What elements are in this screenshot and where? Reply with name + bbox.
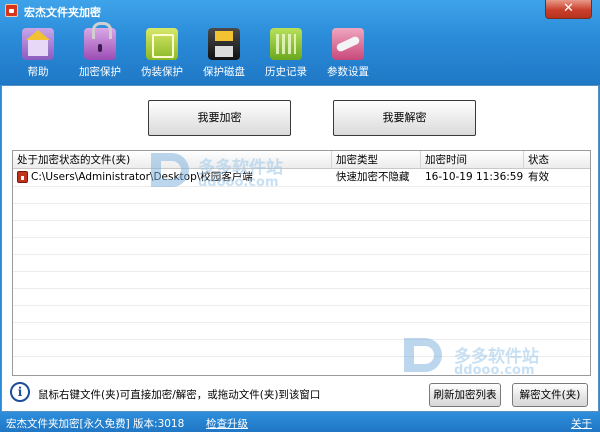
row-divider [13, 288, 590, 289]
table-header: 处于加密状态的文件(夹) 加密类型 加密时间 状态 [13, 151, 590, 169]
status-bar: 宏杰文件夹加密[永久免费] 版本:3018 检查升级 关于 [0, 412, 600, 432]
row-divider [13, 237, 590, 238]
watermark-url: ddooo.com [454, 363, 535, 378]
row-divider [13, 271, 590, 272]
main-panel: 我要加密 我要解密 处于加密状态的文件(夹) 加密类型 加密时间 状态 C:\U… [1, 85, 599, 412]
row-divider [13, 339, 590, 340]
encrypt-button[interactable]: 我要加密 [148, 100, 291, 136]
toolbar-settings-label: 参数设置 [327, 66, 369, 78]
wrench-icon [332, 28, 364, 60]
lock-icon [17, 171, 28, 183]
column-header-type[interactable]: 加密类型 [332, 151, 421, 169]
product-version: 宏杰文件夹加密[永久免费] 版本:3018 [6, 418, 185, 430]
column-header-time[interactable]: 加密时间 [421, 151, 524, 169]
toolbar-encrypt-protect-label: 加密保护 [79, 66, 121, 78]
app-window: 宏杰文件夹加密 ✕ 帮助 加密保护 伪装保护 保护磁盘 历史记录 参数设置 我要… [0, 0, 600, 432]
header-band: 宏杰文件夹加密 ✕ 帮助 加密保护 伪装保护 保护磁盘 历史记录 参数设置 [0, 0, 600, 85]
toolbar-help-button[interactable]: 帮助 [10, 26, 66, 80]
row-divider [13, 203, 590, 204]
toolbar-history-label: 历史记录 [265, 66, 307, 78]
row-status: 有效 [528, 171, 549, 183]
title-bar[interactable]: 宏杰文件夹加密 ✕ [0, 0, 600, 22]
history-icon [270, 28, 302, 60]
window-title: 宏杰文件夹加密 [24, 6, 101, 19]
row-divider [13, 254, 590, 255]
row-divider [13, 220, 590, 221]
check-update-link[interactable]: 检查升级 [206, 416, 248, 431]
refresh-list-button[interactable]: 刷新加密列表 [429, 383, 501, 407]
toolbar-disguise-protect-button[interactable]: 伪装保护 [134, 26, 190, 80]
row-divider [13, 186, 590, 187]
column-header-status[interactable]: 状态 [524, 151, 590, 169]
house-icon [22, 28, 54, 60]
row-divider [13, 322, 590, 323]
toolbar-history-button[interactable]: 历史记录 [258, 26, 314, 80]
hint-text: 鼠标右键文件(夹)可直接加密/解密，或拖动文件(夹)到该窗口 [38, 389, 321, 401]
toolbar-help-label: 帮助 [27, 66, 49, 78]
toolbar-protect-disk-button[interactable]: 保护磁盘 [196, 26, 252, 80]
close-button[interactable]: ✕ [545, 0, 592, 19]
info-icon: i [10, 382, 30, 402]
disk-icon [208, 28, 240, 60]
row-time: 16-10-19 11:36:59 [425, 171, 524, 183]
row-type: 快速加密不隐藏 [336, 171, 410, 183]
table-row[interactable]: C:\Users\Administrator\Desktop\校园客户端 快速加… [13, 169, 590, 186]
watermark-url: ddooo.com [198, 175, 279, 190]
about-link[interactable]: 关于 [571, 416, 592, 431]
watermark-logo [404, 338, 442, 372]
decrypt-button[interactable]: 我要解密 [333, 100, 476, 136]
lock-icon [84, 22, 116, 60]
row-divider [13, 305, 590, 306]
decrypt-file-button[interactable]: 解密文件(夹) [512, 383, 588, 407]
toolbar-encrypt-protect-button[interactable]: 加密保护 [72, 22, 128, 80]
book-icon [146, 28, 178, 60]
toolbar-disguise-protect-label: 伪装保护 [141, 66, 183, 78]
app-lock-icon [5, 4, 18, 17]
toolbar-settings-button[interactable]: 参数设置 [320, 26, 376, 80]
toolbar-protect-disk-label: 保护磁盘 [203, 66, 245, 78]
watermark-logo [151, 153, 189, 187]
toolbar: 帮助 加密保护 伪装保护 保护磁盘 历史记录 参数设置 [0, 22, 600, 84]
